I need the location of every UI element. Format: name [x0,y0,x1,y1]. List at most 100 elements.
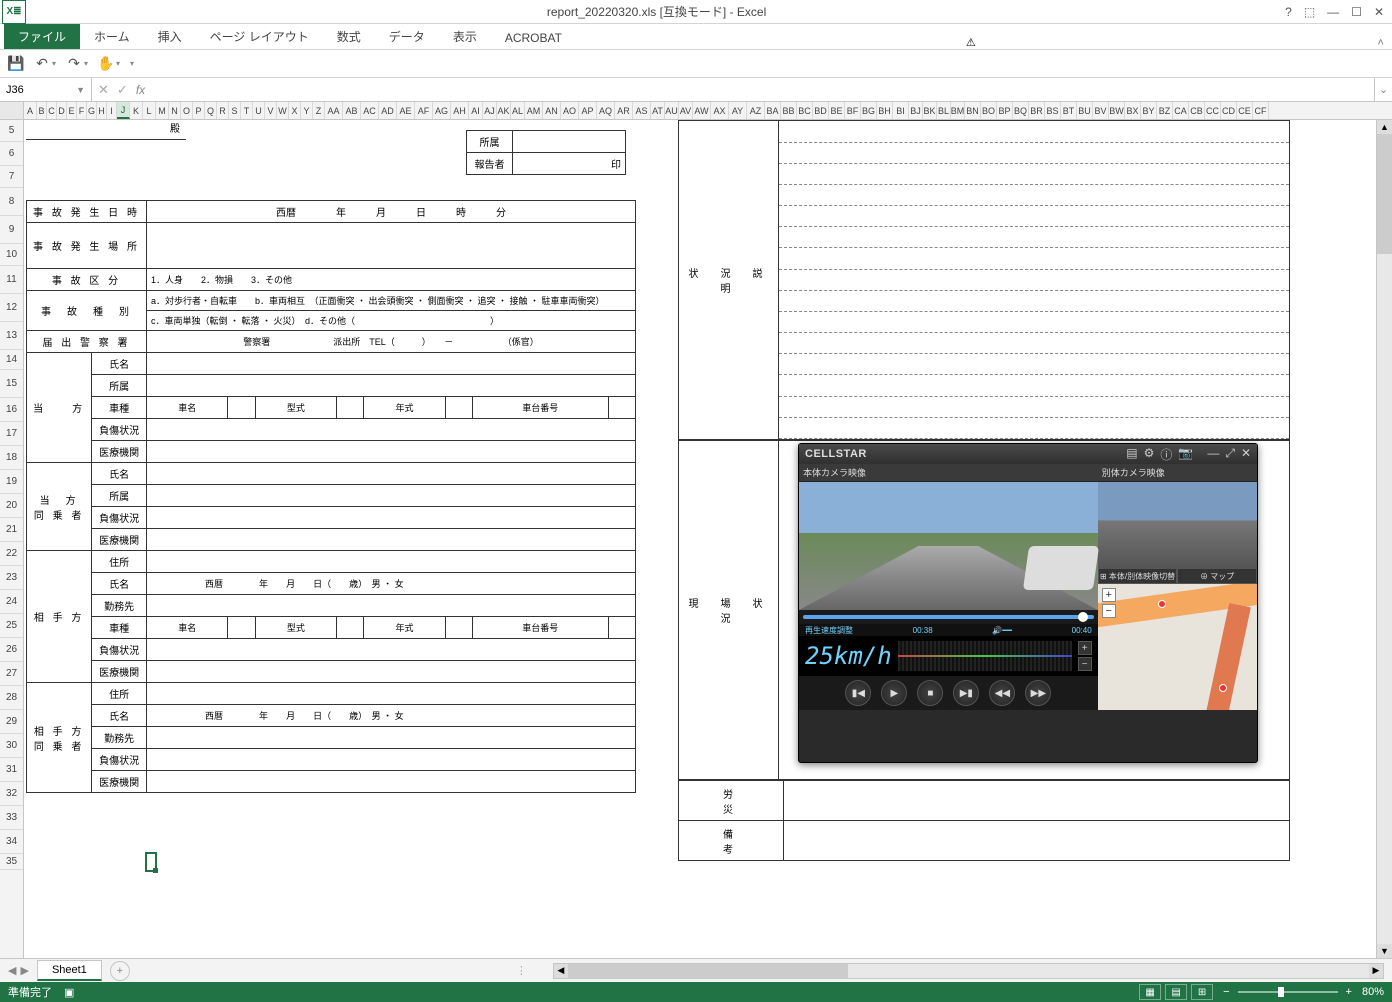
otp-name-value[interactable]: 西暦 年 月 日（ 歳） 男 ・ 女 [147,705,636,727]
row-header[interactable]: 10 [0,244,23,266]
our-name-value[interactable] [147,353,636,375]
row-header[interactable]: 30 [0,734,23,758]
row-header[interactable]: 14 [0,350,23,370]
column-header[interactable]: V [265,102,277,119]
maximize-button[interactable]: ☐ [1351,5,1362,19]
column-header[interactable]: T [241,102,253,119]
page-break-view-button[interactable]: ⊞ [1191,984,1213,1000]
column-header[interactable]: BK [923,102,937,119]
column-header[interactable]: AO [561,102,579,119]
zoom-level[interactable]: 80% [1362,986,1384,998]
otp-work-value[interactable] [147,727,636,749]
column-header[interactable]: AQ [597,102,615,119]
row-header[interactable]: 15 [0,370,23,398]
tab-data[interactable]: データ [375,24,439,49]
vertical-scrollbar[interactable]: ▲ ▼ [1376,120,1392,958]
car-name-value[interactable] [228,397,255,419]
row-header[interactable]: 34 [0,830,23,854]
skip-prev-button[interactable]: ▮◀ [845,680,871,706]
column-header[interactable]: CE [1237,102,1253,119]
column-header[interactable]: AE [397,102,415,119]
column-header[interactable]: AP [579,102,597,119]
zoom-in-button[interactable]: + [1346,986,1352,998]
our-hospital-value[interactable] [147,441,636,463]
row-header[interactable]: 12 [0,294,23,322]
fullscreen-icon[interactable]: ⤢ [1225,446,1235,463]
column-header[interactable]: BZ [1157,102,1173,119]
tab-acrobat[interactable]: ACROBAT [491,27,576,49]
column-header[interactable]: BF [845,102,861,119]
column-header[interactable]: B [37,102,47,119]
column-header[interactable]: AV [679,102,693,119]
column-header[interactable]: E [67,102,77,119]
op-name-value[interactable] [147,463,636,485]
accident-type-row-a[interactable]: a．対歩行者・自転車 b．車両相互 （正面衝突 ・ 出会頭衝突 ・ 側面衝突 ・… [147,291,636,311]
row-header[interactable]: 25 [0,614,23,638]
sheet-nav-prev[interactable]: ◀ [8,964,16,977]
column-header[interactable]: BA [765,102,781,119]
rewind-button[interactable]: ◀◀ [989,680,1015,706]
row-header[interactable]: 9 [0,216,23,244]
close-icon[interactable]: ✕ [1241,446,1251,463]
column-header[interactable]: BD [813,102,829,119]
column-header[interactable]: AJ [483,102,497,119]
sheet-tab[interactable]: Sheet1 [37,960,102,981]
fx-icon[interactable]: fx [136,83,145,97]
row-header[interactable]: 11 [0,266,23,294]
scroll-left-button[interactable]: ◀ [554,964,568,978]
expand-formula-bar[interactable]: ⌄ [1374,78,1392,101]
tab-formulas[interactable]: 数式 [323,24,375,49]
column-header[interactable]: AC [361,102,379,119]
row-header[interactable]: 26 [0,638,23,662]
column-header[interactable]: H [97,102,107,119]
column-header[interactable]: AZ [747,102,765,119]
cellstar-viewer-window[interactable]: CELLSTAR ▤ ⚙ ⓘ 📷 — ⤢ ✕ 本体カメラ映像 再生速度調整 00… [798,443,1258,763]
otp-hospital-value[interactable] [147,771,636,793]
column-header[interactable]: CB [1189,102,1205,119]
op-hospital-value[interactable] [147,529,636,551]
accept-icon[interactable]: ✓ [117,82,128,98]
column-header[interactable]: BU [1077,102,1093,119]
select-all-button[interactable] [0,102,24,119]
row-header[interactable]: 32 [0,782,23,806]
new-sheet-button[interactable]: + [110,961,130,981]
column-header[interactable]: AR [615,102,633,119]
column-header[interactable]: BM [951,102,965,119]
column-header[interactable]: AB [343,102,361,119]
column-header[interactable]: AL [511,102,525,119]
column-header[interactable]: BQ [1013,102,1029,119]
row-header[interactable]: 29 [0,710,23,734]
undo-icon[interactable]: ↶ [34,56,50,72]
tab-home[interactable]: ホーム [80,24,144,49]
name-box[interactable]: J36 ▼ [0,78,92,101]
column-header[interactable]: AI [469,102,483,119]
row-header[interactable]: 17 [0,422,23,446]
column-header[interactable]: BE [829,102,845,119]
column-header[interactable]: AY [729,102,747,119]
gear-icon[interactable]: ⚙ [1144,446,1155,463]
column-header[interactable]: BX [1125,102,1141,119]
column-header[interactable]: AA [325,102,343,119]
ribbon-display-options[interactable]: ⬚ [1304,5,1315,19]
row-header[interactable]: 22 [0,542,23,566]
ot-addr-value[interactable] [147,551,636,573]
car-year-value[interactable] [445,397,472,419]
biko-value[interactable] [784,821,1290,861]
ot-car-name-value[interactable] [228,617,255,639]
ot-name-value[interactable]: 西暦 年 月 日（ 歳） 男 ・ 女 [147,573,636,595]
op-affil-value[interactable] [147,485,636,507]
tab-file[interactable]: ファイル [4,24,80,49]
car-no-value[interactable] [608,397,635,419]
our-affil-value[interactable] [147,375,636,397]
column-header[interactable]: BI [893,102,909,119]
affiliation-value[interactable] [513,131,626,153]
ot-car-no-value[interactable] [608,617,635,639]
zoom-out-button[interactable]: − [1223,986,1229,998]
column-header[interactable]: Q [205,102,217,119]
collapse-ribbon-button[interactable]: ˄ [1378,37,1384,49]
map-view[interactable]: + − [1098,584,1257,710]
ot-hospital-value[interactable] [147,661,636,683]
column-header[interactable]: U [253,102,265,119]
row-header[interactable]: 23 [0,566,23,590]
column-header[interactable]: A [24,102,37,119]
